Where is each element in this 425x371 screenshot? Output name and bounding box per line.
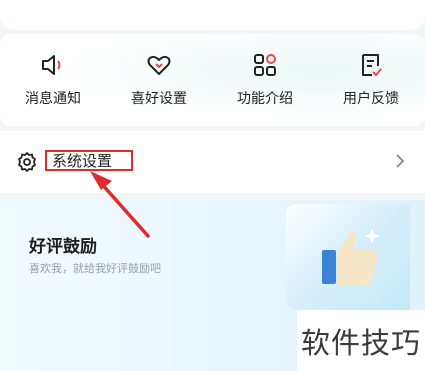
feature-label: 消息通知	[25, 91, 81, 107]
feature-introduction[interactable]: 功能介绍	[212, 34, 318, 126]
highlight-box	[45, 150, 133, 171]
feature-label: 喜好设置	[131, 91, 187, 107]
feature-feedback[interactable]: 用户反馈	[318, 34, 424, 126]
feature-label: 功能介绍	[237, 91, 293, 107]
review-title: 好评鼓励	[29, 237, 97, 257]
chevron-right-icon	[393, 151, 407, 171]
system-settings-row[interactable]: 系统设置	[0, 131, 425, 193]
thumbs-up-illustration	[286, 204, 410, 310]
watermark-text: 软件技巧	[301, 326, 422, 360]
review-subtitle: 喜欢我，就给我好评鼓励吧	[29, 262, 161, 275]
speaker-icon	[39, 51, 67, 79]
heart-icon	[145, 51, 173, 79]
feedback-icon	[357, 51, 385, 79]
feature-notifications[interactable]: 消息通知	[0, 34, 106, 126]
feature-label: 用户反馈	[343, 91, 399, 107]
feature-card: 消息通知 喜好设置 功能介绍 用户反馈	[0, 34, 425, 126]
grid-icon	[251, 51, 279, 79]
top-card	[0, 0, 425, 30]
gear-icon	[16, 151, 38, 173]
feature-preferences[interactable]: 喜好设置	[106, 34, 212, 126]
